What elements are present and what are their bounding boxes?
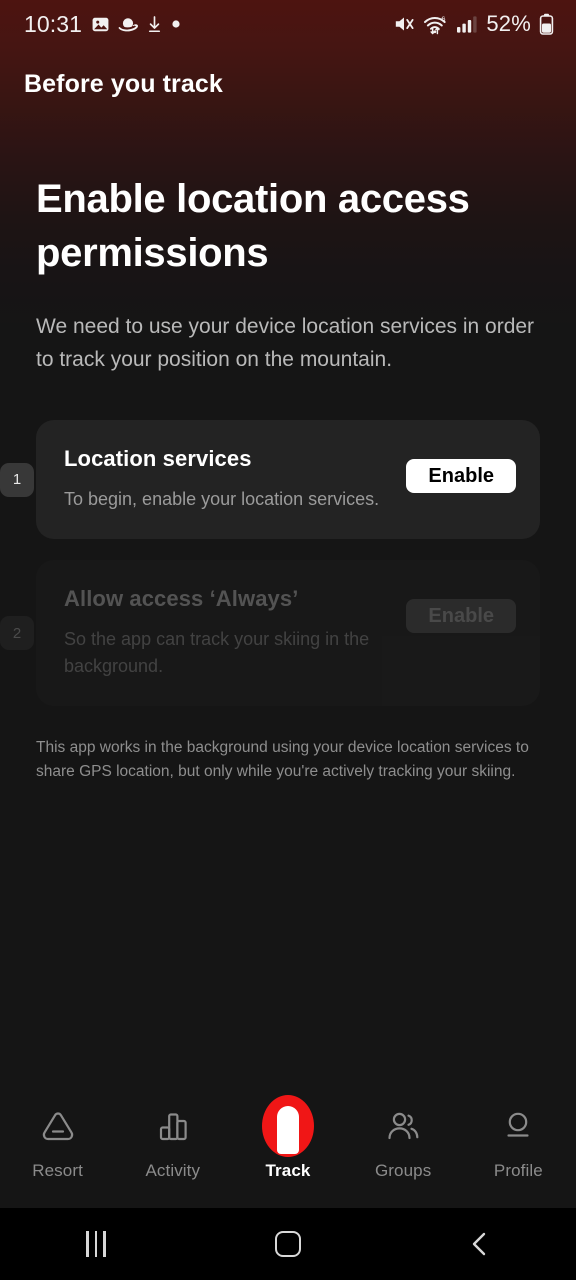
status-bar-left: 10:31 [24, 11, 181, 38]
tab-label: Groups [374, 1161, 432, 1180]
cellular-signal-icon [457, 16, 477, 33]
recents-bars [86, 1231, 106, 1257]
wifi-icon: 6 [424, 14, 447, 34]
status-bar-notification-icons [91, 15, 181, 34]
track-icon [261, 1095, 314, 1157]
tab-label: Activity [145, 1161, 201, 1180]
mountain-icon [32, 1100, 84, 1152]
battery-icon [539, 13, 554, 35]
tab-label: Track [265, 1161, 311, 1180]
background-location-disclaimer: This app works in the background using y… [36, 739, 529, 780]
main-content: Enable location access permissions We ne… [0, 150, 576, 784]
image-icon [92, 17, 109, 31]
app-header: Before you track [0, 56, 576, 112]
tab-activity[interactable]: Activity [118, 1100, 228, 1181]
step-number-badge: 2 [0, 616, 34, 650]
home-icon[interactable] [228, 1216, 348, 1272]
enable-always-access-button: Enable [406, 599, 516, 633]
tab-label: Resort [32, 1161, 83, 1180]
tab-groups[interactable]: Groups [348, 1100, 458, 1181]
page-title: Enable location access permissions [36, 177, 470, 275]
tab-label: Profile [493, 1161, 543, 1180]
track-icon-circle [261, 1095, 314, 1157]
app-header-title: Before you track [24, 69, 223, 98]
tab-profile[interactable]: Profile [463, 1100, 573, 1181]
step-card-location-services[interactable]: 1 Location services To begin, enable you… [0, 420, 540, 539]
step-number-badge: 1 [0, 462, 34, 497]
bottom-tab-bar: Resort Activity Track Groups Profile [0, 1088, 576, 1208]
status-bar: 10:31 6 52% [0, 0, 576, 48]
status-bar-right: 6 52% [393, 11, 554, 37]
home-square [275, 1231, 301, 1257]
status-bar-clock: 10:31 [24, 10, 83, 37]
back-icon[interactable] [420, 1216, 540, 1272]
step-description: So the app can track your skiing in the … [64, 629, 370, 676]
android-navigation-bar [0, 1208, 576, 1280]
step-action-area: Enable [406, 446, 516, 506]
battery-percent-label: 52% [486, 11, 531, 36]
step-title: Location services [64, 446, 252, 471]
person-icon [492, 1100, 544, 1152]
step-text-block: Location services To begin, enable your … [64, 446, 406, 513]
planet-icon [118, 17, 139, 31]
step-title: Allow access ‘Always’ [64, 586, 299, 611]
permission-steps-list: 1 Location services To begin, enable you… [0, 420, 540, 706]
step-text-block: Allow access ‘Always’ So the app can tra… [64, 586, 406, 680]
phone-screen: 10:31 6 52% Before you track Enable loca… [0, 0, 576, 1280]
svg-text:6: 6 [442, 14, 446, 23]
step-action-area: Enable [406, 586, 516, 646]
mute-icon [396, 17, 414, 31]
people-icon [377, 1100, 429, 1152]
bar-chart-icon [147, 1100, 199, 1152]
enable-location-services-button[interactable]: Enable [406, 459, 516, 493]
track-icon-marker [276, 1106, 299, 1154]
recents-icon[interactable] [36, 1216, 156, 1272]
step-description: To begin, enable your location services. [64, 489, 380, 509]
page-subtitle: We need to use your device location serv… [36, 315, 535, 371]
tab-resort[interactable]: Resort [3, 1100, 113, 1181]
dot-icon [172, 20, 180, 28]
download-icon [149, 15, 161, 32]
step-card-allow-always: 2 Allow access ‘Always’ So the app can t… [0, 560, 540, 706]
tab-track[interactable]: Track [233, 1095, 343, 1181]
